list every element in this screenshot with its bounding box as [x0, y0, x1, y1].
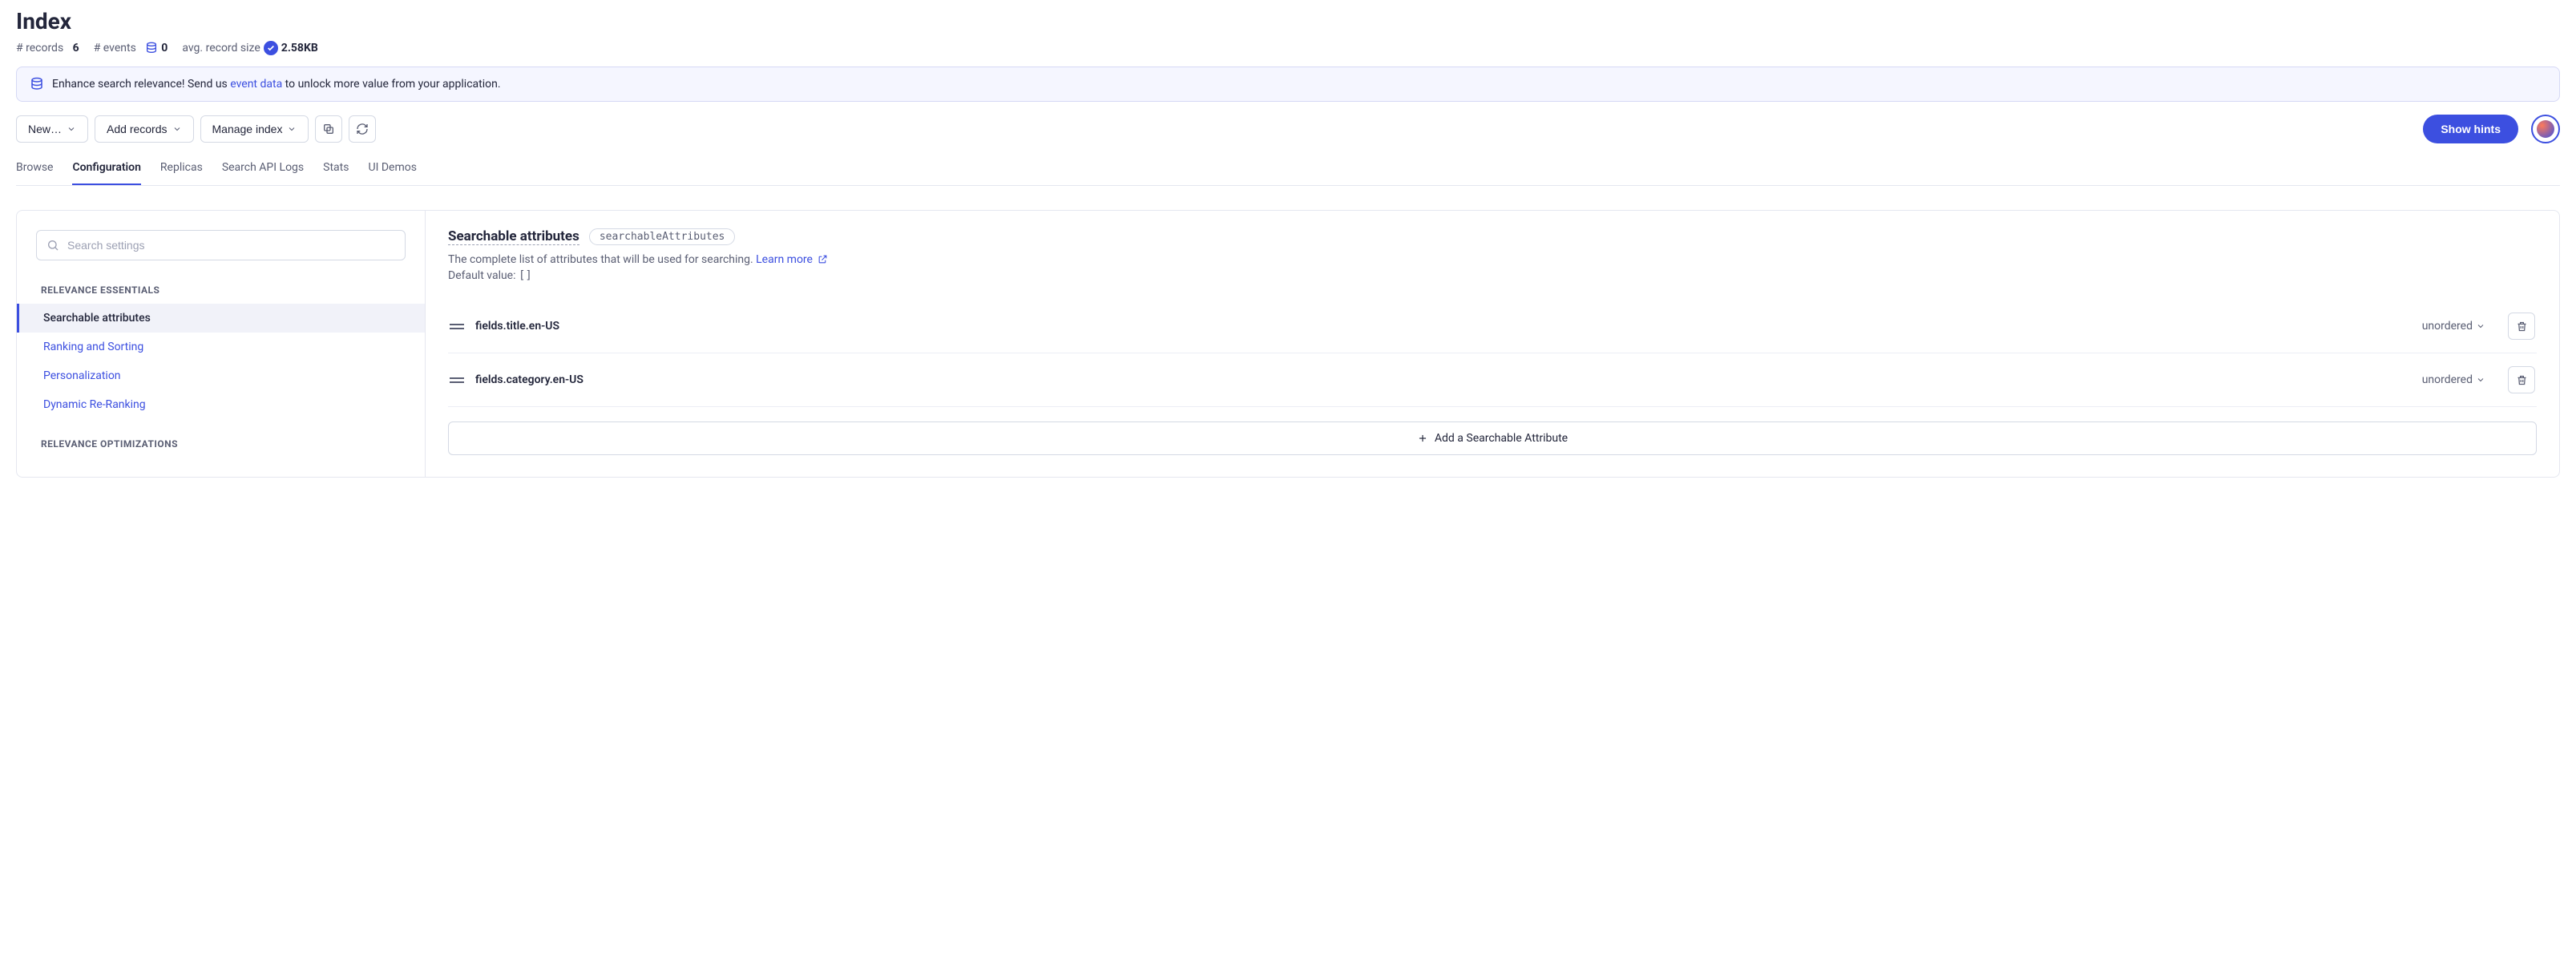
tab-stats[interactable]: Stats — [323, 158, 349, 185]
sidebar-item-personalization[interactable]: Personalization — [17, 361, 425, 390]
trash-icon — [2516, 321, 2528, 333]
plus-icon — [1417, 433, 1428, 444]
attribute-order-dropdown[interactable]: unordered — [2422, 320, 2485, 333]
external-link-icon — [818, 254, 828, 264]
avg-value: 2.58KB — [281, 42, 318, 54]
copy-button[interactable] — [315, 115, 342, 143]
setting-title: Searchable attributes — [448, 228, 579, 245]
tab-ui-demos[interactable]: UI Demos — [368, 158, 416, 185]
drag-handle-icon[interactable] — [450, 377, 464, 383]
events-value: 0 — [161, 42, 168, 54]
assistant-avatar[interactable] — [2531, 115, 2560, 143]
show-hints-button[interactable]: Show hints — [2423, 115, 2518, 143]
delete-attribute-button[interactable] — [2508, 313, 2535, 340]
records-value: 6 — [73, 42, 79, 54]
database-icon — [145, 42, 158, 54]
sidebar-heading-optimizations: RELEVANCE OPTIMIZATIONS — [17, 434, 425, 458]
setting-api-name: searchableAttributes — [589, 228, 736, 245]
relevance-banner: Enhance search relevance! Send us event … — [16, 67, 2560, 102]
attribute-row: fields.title.en-US unordered — [448, 300, 2537, 353]
settings-sidebar: RELEVANCE ESSENTIALS Searchable attribut… — [17, 211, 426, 477]
drag-handle-icon[interactable] — [450, 324, 464, 329]
new-button[interactable]: New… — [16, 115, 88, 143]
banner-post: to unlock more value from your applicati… — [282, 78, 500, 91]
search-icon — [46, 239, 59, 252]
refresh-button[interactable] — [349, 115, 376, 143]
chevron-down-icon — [2476, 321, 2485, 331]
banner-pre: Enhance search relevance! Send us — [52, 78, 230, 91]
search-settings-input[interactable] — [67, 239, 395, 252]
add-records-button[interactable]: Add records — [95, 115, 193, 143]
chevron-down-icon — [2476, 375, 2485, 385]
refresh-icon — [356, 123, 369, 135]
sidebar-heading-essentials: RELEVANCE ESSENTIALS — [17, 280, 425, 304]
manage-index-button[interactable]: Manage index — [200, 115, 309, 143]
sidebar-item-ranking-sorting[interactable]: Ranking and Sorting — [17, 333, 425, 361]
sidebar-item-dynamic-reranking[interactable]: Dynamic Re-Ranking — [17, 390, 425, 419]
events-label: # events — [94, 42, 136, 54]
add-attribute-button[interactable]: Add a Searchable Attribute — [448, 421, 2537, 455]
settings-detail: Searchable attributes searchableAttribut… — [426, 211, 2559, 477]
database-icon — [30, 77, 44, 91]
attribute-name: fields.category.en-US — [475, 373, 2411, 386]
chevron-down-icon — [172, 124, 182, 134]
avg-label: avg. record size — [182, 42, 260, 54]
stats-row: # records 6 # events 0 avg. record size … — [16, 41, 2560, 55]
tab-search-api-logs[interactable]: Search API Logs — [222, 158, 304, 185]
tab-browse[interactable]: Browse — [16, 158, 53, 185]
delete-attribute-button[interactable] — [2508, 366, 2535, 393]
trash-icon — [2516, 374, 2528, 386]
tabs: Browse Configuration Replicas Search API… — [16, 158, 2560, 186]
banner-link[interactable]: event data — [230, 78, 282, 91]
page-title: Index — [16, 8, 2560, 34]
banner-text: Enhance search relevance! Send us event … — [52, 78, 501, 91]
attribute-row: fields.category.en-US unordered — [448, 353, 2537, 407]
chevron-down-icon — [67, 124, 76, 134]
tab-configuration[interactable]: Configuration — [72, 158, 140, 185]
learn-more-link[interactable]: Learn more — [756, 253, 828, 266]
search-settings-box[interactable] — [36, 230, 406, 260]
check-badge-icon — [264, 41, 278, 55]
setting-default: Default value: [] — [448, 269, 2537, 282]
copy-icon — [322, 123, 335, 135]
attribute-order-dropdown[interactable]: unordered — [2422, 373, 2485, 386]
chevron-down-icon — [287, 124, 297, 134]
records-label: # records — [16, 42, 63, 54]
attribute-name: fields.title.en-US — [475, 320, 2411, 333]
setting-description: The complete list of attributes that wil… — [448, 253, 2537, 266]
tab-replicas[interactable]: Replicas — [160, 158, 203, 185]
sidebar-item-searchable-attributes[interactable]: Searchable attributes — [17, 304, 425, 333]
config-panel: RELEVANCE ESSENTIALS Searchable attribut… — [16, 210, 2560, 478]
